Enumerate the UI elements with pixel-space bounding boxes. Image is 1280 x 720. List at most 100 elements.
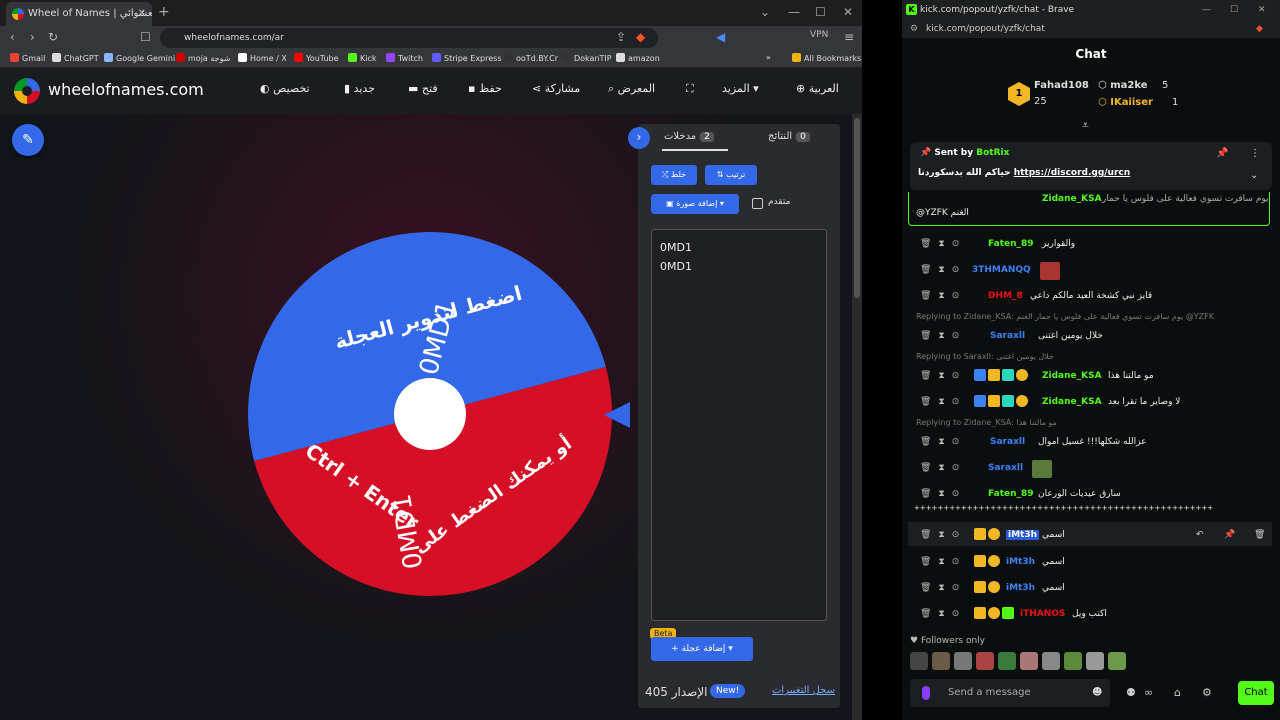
bookmark-ootd[interactable]: ooTd.BY.Cr [504, 53, 558, 63]
maximize-icon[interactable]: ☐ [1230, 0, 1238, 20]
share-icon[interactable]: ⇪ [616, 30, 626, 44]
site-settings-icon[interactable]: ⚙ [910, 20, 918, 38]
send-chat-button[interactable]: Chat [1238, 681, 1274, 705]
bookmark-twitch[interactable]: Twitch [386, 53, 423, 63]
chat-message[interactable]: 🗑⧗⊙ iTHANOS اكتب ويل [902, 604, 1272, 624]
chat-message[interactable]: 🗑⧗⊙ Saraxll خلال يومين اغتنى [902, 326, 1272, 348]
wheel[interactable]: اضغط لتدوير العجلة 0MD1 أو يمكنك الضغط ع… [246, 230, 614, 598]
site-logo[interactable]: wheelofnames.com [48, 80, 204, 99]
emote[interactable] [1020, 652, 1038, 670]
gallery-button[interactable]: ⌕ المعرض [602, 82, 655, 96]
chat-message[interactable]: 🗑⧗⊙ 3THMANQQ [902, 260, 1272, 282]
chat-message[interactable]: 🗑⧗⊙ Zidane_KSA لا وصاير ما تقرا بعد [902, 392, 1272, 414]
mod-tools-icons[interactable]: 🗑⧗⊙ [920, 437, 966, 447]
pin-bot-name[interactable]: BotRix [976, 148, 1009, 158]
changelog-link[interactable]: سجل التغييرات [772, 685, 835, 696]
tab-entries[interactable]: مدخلات 2 [664, 131, 714, 142]
reply-context[interactable]: Replying to Saraxll: خلال يومين اغتنى [916, 352, 1054, 361]
save-button[interactable]: ▪ حفظ [462, 82, 502, 95]
close-window-icon[interactable]: ✕ [1258, 0, 1266, 20]
expand-leaderboard-icon[interactable]: ⩡ [1082, 118, 1089, 133]
reply-icon[interactable]: ↶ [1196, 530, 1204, 540]
brave-shield-icon[interactable]: ◆ [1256, 20, 1263, 38]
open-button[interactable]: ▬ فتح [402, 82, 438, 95]
share-button[interactable]: ⋖ مشاركة [526, 82, 580, 95]
page-scrollbar[interactable] [852, 114, 862, 720]
emote[interactable] [932, 652, 950, 670]
mod-tools-icons[interactable]: 🗑⧗⊙ [920, 530, 966, 540]
discord-link[interactable]: https://discord.gg/urcn [1014, 168, 1130, 178]
mod-tools-icons[interactable]: 🗑⧗⊙ [920, 489, 966, 499]
chat-message[interactable]: 🗑⧗⊙ Saraxll عزالله شكلها!!! غسيل اموال [902, 432, 1272, 454]
mod-tools-icons[interactable]: 🗑⧗⊙ [920, 463, 966, 473]
pin-icon[interactable]: 📌 [1224, 530, 1235, 540]
tab-search-icon[interactable]: ⌄ [760, 5, 770, 19]
chat-message[interactable]: 🗑⧗⊙ Faten_89 والقوارير [902, 234, 1272, 256]
emote[interactable] [1042, 652, 1060, 670]
emoji-icon[interactable]: ☻ [1092, 679, 1102, 707]
bookmark-stripe[interactable]: Stripe Express [432, 53, 502, 63]
tab-results[interactable]: النتائج 0 [768, 131, 810, 142]
sort-button[interactable]: ⇅ ترتيب [705, 165, 757, 185]
new-button[interactable]: ▮ جديد [338, 82, 375, 95]
mic-icon[interactable] [922, 686, 930, 700]
mod-tools-icons[interactable]: 🗑⧗⊙ [920, 265, 966, 275]
leaderboard-name[interactable]: Fahad108 [1034, 80, 1089, 91]
add-image-button[interactable]: ▣ إضافة صورة ▾ [651, 194, 739, 214]
language-menu[interactable]: ⊕ العربية [790, 82, 839, 95]
entries-textarea[interactable]: 0MD1 0MD1 [651, 229, 827, 621]
chat-message[interactable]: 🗑⧗⊙ Faten_89 سارق عيديات الورعان [902, 484, 1272, 506]
chat-message[interactable]: يوم سافرت تسوي فعالية على فلوس يا حمار Z… [902, 194, 1272, 218]
emote[interactable] [998, 652, 1016, 670]
advanced-checkbox[interactable] [752, 198, 763, 209]
minimize-icon[interactable]: — [788, 5, 800, 19]
store-icon[interactable]: ⌂ [1174, 686, 1181, 699]
close-tab-icon[interactable]: ✕ [138, 2, 146, 26]
shuffle-button[interactable]: ⤮ خلط [651, 165, 697, 185]
menu-icon[interactable]: ≡ [844, 30, 854, 44]
customize-button[interactable]: ◐ تخصيص [254, 82, 310, 95]
bookmark-dokantip[interactable]: DokanTIP [562, 53, 612, 63]
emote[interactable] [910, 652, 928, 670]
maximize-icon[interactable]: ☐ [815, 5, 826, 19]
infinity-icon[interactable]: ∞ [1144, 686, 1153, 699]
mod-tools-icons[interactable]: 🗑⧗⊙ [920, 397, 966, 407]
chat-message[interactable]: 🗑⧗⊙ Zidane_KSA مو مالتنا هذا [902, 366, 1272, 388]
delete-icon[interactable]: 🗑 [1254, 530, 1265, 540]
back-icon[interactable]: ‹ [10, 30, 15, 44]
mod-tools-icons[interactable]: 🗑⧗⊙ [920, 291, 966, 301]
unpin-icon[interactable]: 📌 [1216, 148, 1228, 159]
bookmark-x[interactable]: Home / X [238, 53, 287, 63]
vpn-button[interactable]: VPN [810, 30, 828, 40]
add-wheel-button[interactable]: + إضافة عجلة ▾ [651, 637, 753, 661]
edit-pencil-button[interactable]: ✎ [12, 124, 44, 156]
chat-message[interactable]: 🗑⧗⊙ iMt3h اسمي [902, 578, 1272, 600]
address-bar[interactable]: wheelofnames.com/ar [160, 28, 658, 48]
emote[interactable] [976, 652, 994, 670]
more-options-icon[interactable]: ⋮ [1250, 148, 1260, 159]
mod-tools-icons[interactable]: 🗑⧗⊙ [920, 371, 966, 381]
logo-icon[interactable] [14, 78, 40, 104]
chat-message[interactable]: 🗑⧗⊙ iMt3h اسمي [902, 552, 1272, 574]
bookmark-gmail[interactable]: Gmail [10, 53, 45, 63]
emote[interactable] [1064, 652, 1082, 670]
close-window-icon[interactable]: ✕ [843, 5, 853, 19]
bookmark-icon[interactable]: ☐ [140, 30, 151, 44]
leaderboard-name[interactable]: ⬡ IKaiiser [1098, 97, 1153, 108]
mod-tools-icons[interactable]: 🗑⧗⊙ [920, 583, 966, 593]
forward-icon[interactable]: › [30, 30, 35, 44]
leaderboard-name[interactable]: ⬡ ma2ke [1098, 80, 1148, 91]
tab-wheel-of-names[interactable]: Wheel of Names | أداة الاسم العشوائي ✕ [6, 2, 152, 26]
reply-context[interactable]: Replying to Zidane_KSA: مو مالتنا هذا [916, 418, 1057, 427]
chevron-down-icon[interactable]: ⌄ [1250, 170, 1258, 181]
mod-tools-icons[interactable]: 🗑⧗⊙ [920, 331, 966, 341]
all-bookmarks[interactable]: All Bookmarks [792, 53, 861, 63]
more-menu[interactable]: المزيد ▾ [722, 82, 759, 95]
mod-tools-icons[interactable]: 🗑⧗⊙ [920, 609, 966, 619]
fullscreen-icon[interactable]: ⛶ [686, 82, 694, 96]
collapse-panel-button[interactable]: › [628, 127, 650, 149]
bookmark-amazon[interactable]: amazon [616, 53, 660, 63]
emote[interactable] [954, 652, 972, 670]
bookmark-youtube[interactable]: YouTube [294, 53, 339, 63]
bookmark-kick[interactable]: Kick [348, 53, 377, 63]
